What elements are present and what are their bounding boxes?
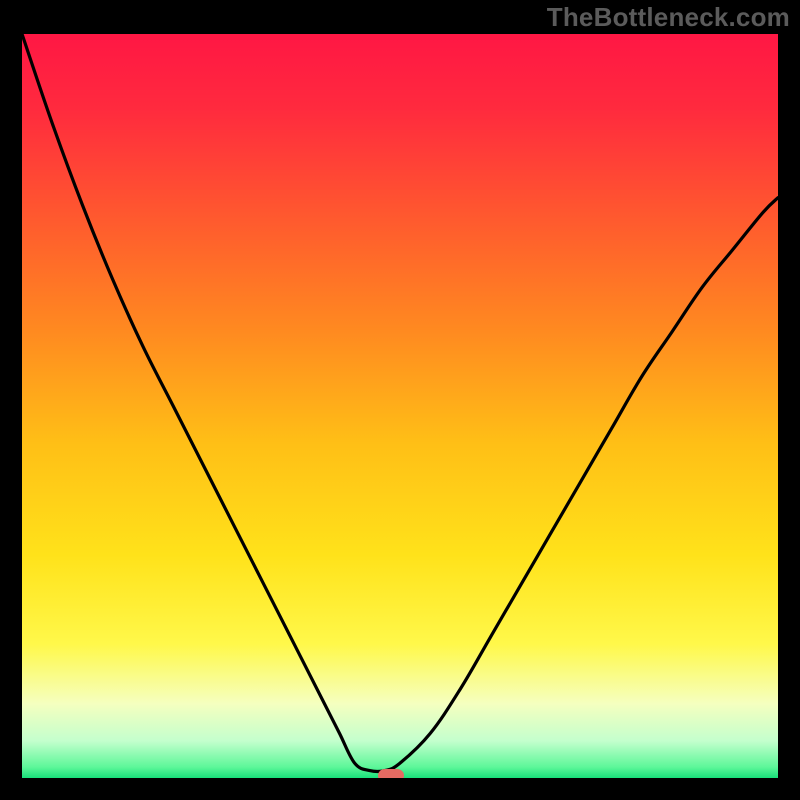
optimum-marker [378,769,404,778]
chart-frame: TheBottleneck.com [0,0,800,800]
gradient-background [22,34,778,778]
bottleneck-chart [22,34,778,778]
plot-area [22,34,778,778]
watermark-text: TheBottleneck.com [547,2,790,33]
